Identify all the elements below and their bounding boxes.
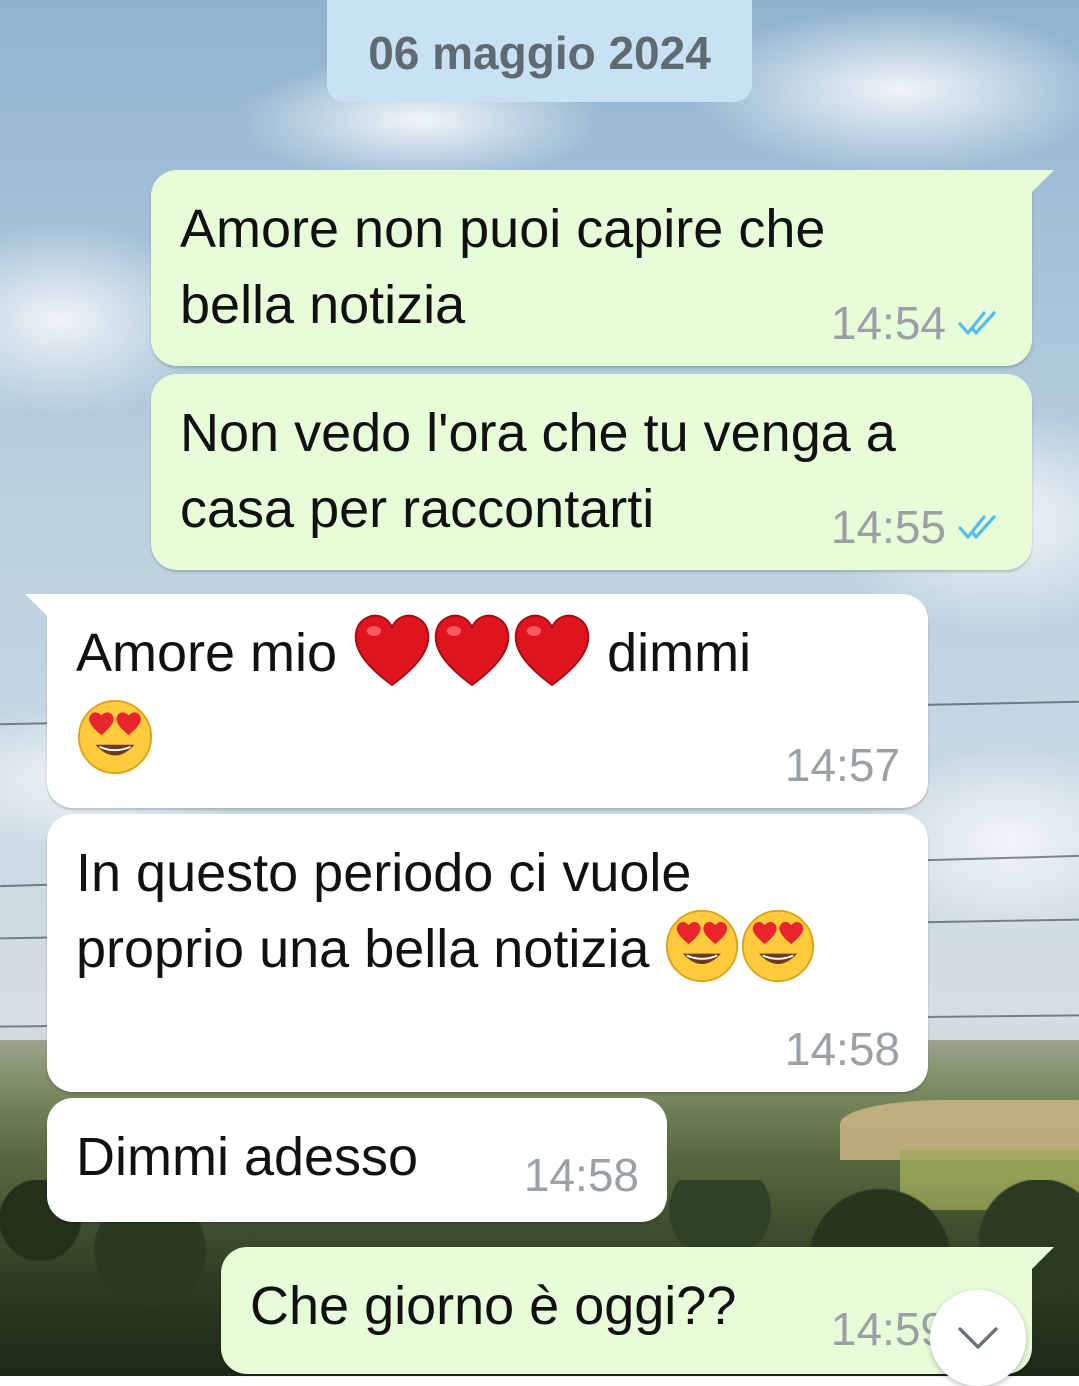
message-text-line: proprio una bella notizia [76, 918, 665, 979]
outgoing-message-bubble[interactable]: Che giorno è oggi?? 14:59 [221, 1247, 1054, 1374]
message-text: In questo periodo ci vuole proprio una be… [76, 836, 816, 990]
date-separator: 06 maggio 2024 [327, 0, 752, 102]
message-text: Dimmi adesso [76, 1127, 419, 1187]
outgoing-message-bubble[interactable]: Non vedo l'ora che tu venga a casa per r… [151, 374, 1032, 570]
read-ticks-icon [956, 512, 1004, 542]
message-text-part: dimmi [592, 623, 752, 683]
message-text: Non vedo l'ora che tu venga a casa per r… [180, 403, 896, 539]
red-heart-emoji-icon [512, 613, 592, 689]
chevron-down-icon [958, 1327, 998, 1349]
heart-eyes-emoji-icon [740, 908, 816, 984]
heart-eyes-emoji-icon [664, 908, 740, 984]
message-time: 14:57 [784, 739, 900, 791]
outgoing-message-bubble[interactable]: Amore non puoi capire che bella notizia … [151, 170, 1054, 366]
incoming-message-bubble[interactable]: Amore mio dimmi 14:57 [25, 594, 928, 808]
message-meta: 14:58 [785, 1026, 900, 1072]
message-text-part: Amore mio [76, 623, 353, 683]
message-meta: 14:58 [524, 1152, 639, 1198]
message-time: 14:59 [830, 1303, 946, 1355]
incoming-message-bubble[interactable]: In questo periodo ci vuole proprio una be… [47, 814, 928, 1092]
message-text: Che giorno è oggi?? [250, 1276, 737, 1336]
message-text-line: In questo periodo ci vuole [76, 843, 692, 903]
message-meta: 14:55 [831, 504, 1004, 550]
message-text: Amore mio dimmi [76, 616, 751, 774]
read-ticks-icon [956, 308, 1004, 338]
message-meta: 14:54 [831, 300, 1004, 346]
chat-messages[interactable]: 06 maggio 2024 Amore non puoi capire che… [0, 0, 1079, 1386]
red-heart-emoji-icon [352, 613, 432, 689]
message-time: 14:58 [784, 1023, 900, 1075]
red-heart-emoji-icon [432, 613, 512, 689]
message-time: 14:55 [830, 501, 946, 553]
incoming-message-bubble[interactable]: Dimmi adesso 14:58 [47, 1098, 667, 1222]
heart-eyes-emoji-icon [76, 698, 154, 776]
message-time: 14:58 [523, 1149, 639, 1201]
message-time: 14:54 [830, 297, 946, 349]
message-meta: 14:57 [785, 742, 900, 788]
scroll-to-bottom-button[interactable] [930, 1290, 1026, 1386]
message-text: Amore non puoi capire che bella notizia [180, 199, 826, 335]
